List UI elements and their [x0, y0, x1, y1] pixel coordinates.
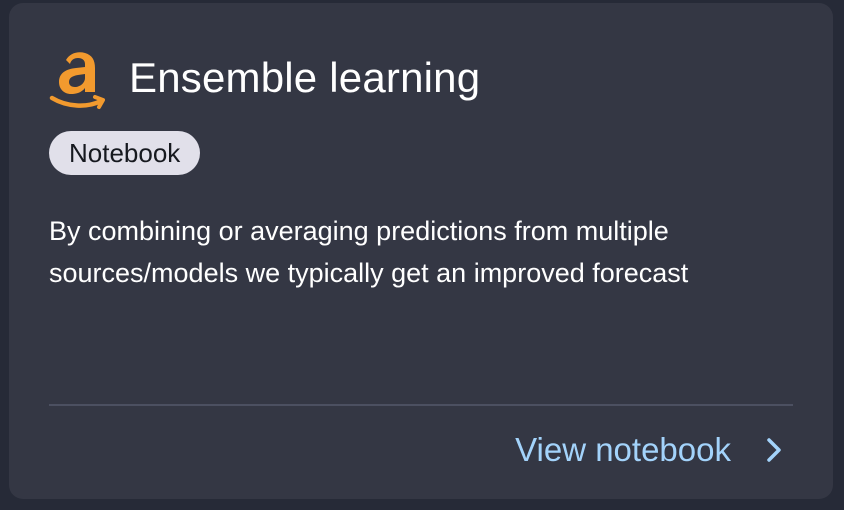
notebook-card: Ensemble learning Notebook By combining … — [9, 3, 833, 499]
card-header: Ensemble learning — [49, 46, 480, 110]
amazon-logo-icon — [49, 52, 105, 109]
chevron-right-icon — [767, 438, 781, 462]
card-divider — [49, 404, 793, 406]
notebook-badge: Notebook — [49, 131, 201, 175]
view-notebook-label: View notebook — [515, 431, 731, 468]
view-notebook-link[interactable]: View notebook — [515, 422, 783, 478]
card-description: By combining or averaging predictions fr… — [49, 216, 689, 288]
card-title: Ensemble learning — [129, 54, 481, 101]
